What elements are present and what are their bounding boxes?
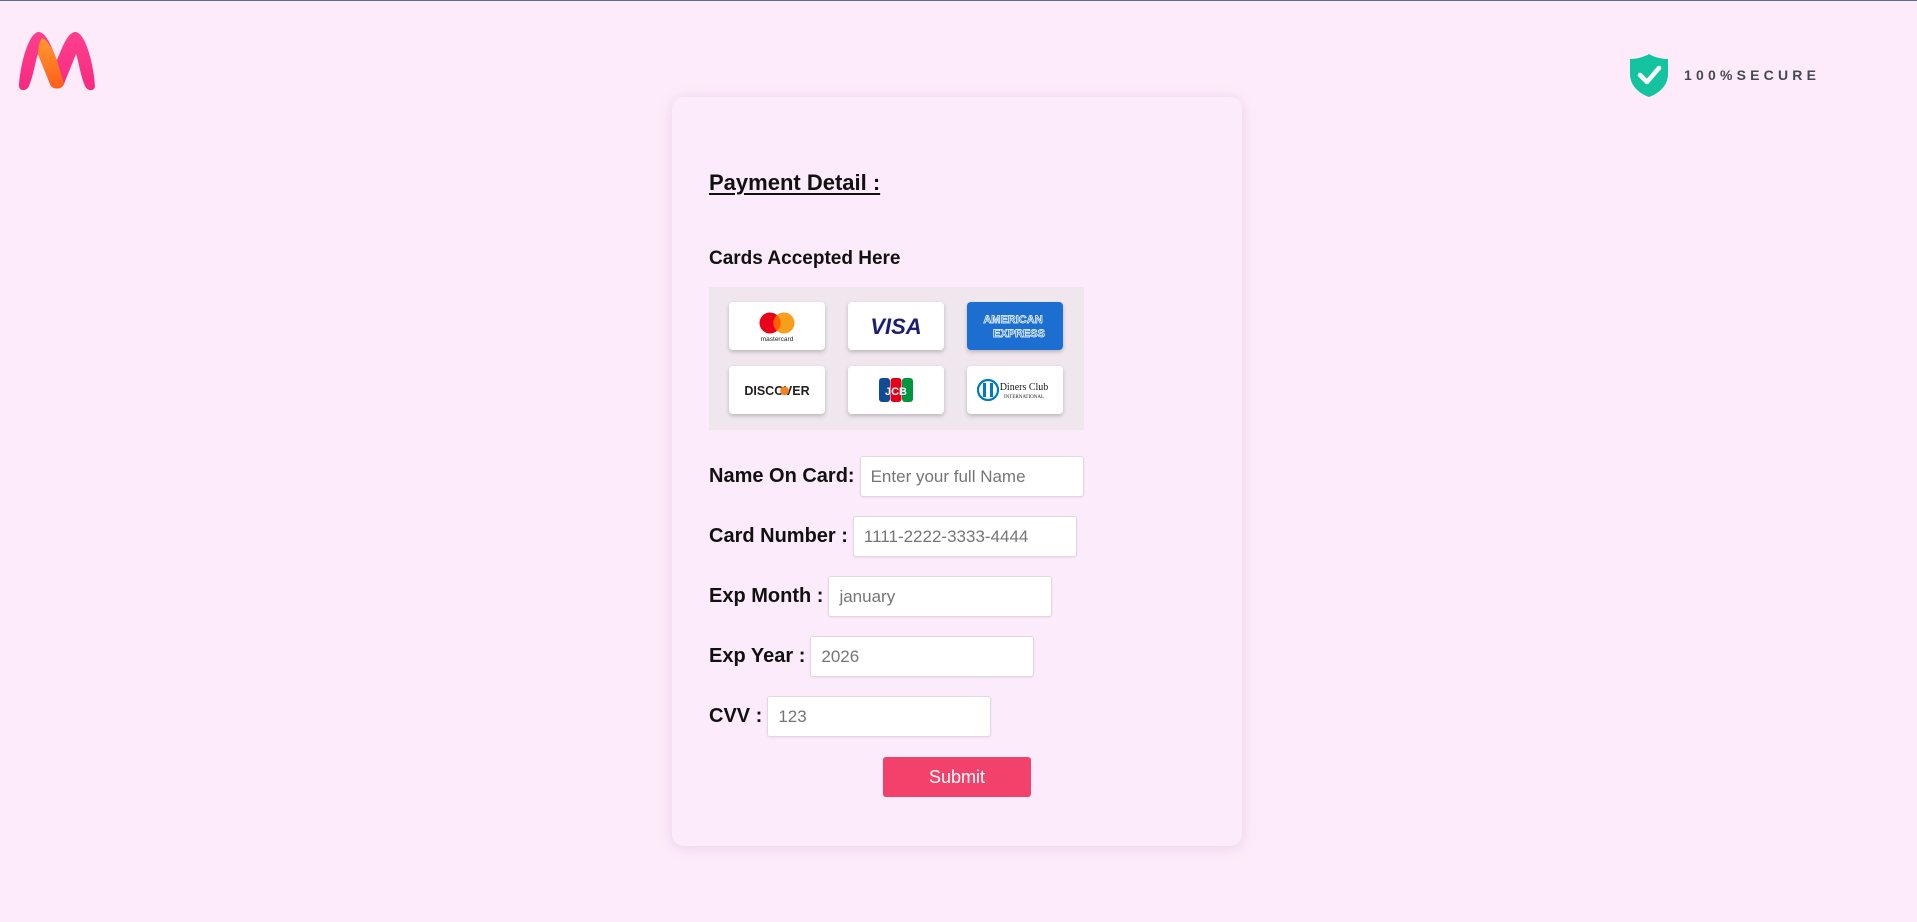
mastercard-logo: mastercard [729,302,825,350]
exp-month-input[interactable] [828,576,1053,617]
cvv-input[interactable] [767,696,992,737]
name-row: Name On Card: [709,456,1084,497]
jcb-label: JCB [885,386,907,398]
visa-logo: VISA [848,302,944,350]
top-border [0,0,1917,1]
amex-label-line2: EXPRESS [993,328,1045,340]
cvv-row: CVV : [709,696,992,737]
exp-month-row: Exp Month : [709,576,1053,617]
cards-accepted-heading: Cards Accepted Here [709,248,901,269]
discover-logo: DISCOVER [729,366,825,414]
diners-label-line2: INTERNATIONAL [1004,395,1044,400]
card-number-input[interactable] [852,516,1077,557]
exp-year-input[interactable] [810,636,1035,677]
shield-check-icon [1630,54,1668,97]
card-number-label: Card Number : [709,525,848,547]
jcb-logo: JCB [848,366,944,414]
page-title: Payment Detail : [709,170,881,195]
exp-month-label: Exp Month : [709,585,824,607]
amex-label-line1: AMERICAN [983,314,1042,326]
name-on-card-input[interactable] [859,456,1084,497]
diners-label-line1: Diners Club [1000,382,1049,393]
myntra-logo[interactable] [16,28,98,92]
exp-year-label: Exp Year : [709,645,806,667]
diners-club-logo: Diners Club INTERNATIONAL [967,366,1063,414]
secure-badge: 100%SECURE [1628,52,1820,98]
payment-card: Payment Detail : Cards Accepted Here mas… [672,97,1242,846]
card-number-row: Card Number : [709,516,1077,557]
submit-button[interactable]: Submit [883,757,1031,797]
name-on-card-label: Name On Card: [709,465,855,487]
discover-label: DISCOVER [744,384,809,398]
visa-label: VISA [870,314,921,339]
card-brands-panel: mastercard VISA AMERICAN EXPRESS DISCOVE… [709,287,1084,430]
mastercard-label: mastercard [761,336,794,343]
amex-logo: AMERICAN EXPRESS [967,302,1063,350]
cvv-label: CVV : [709,705,763,727]
exp-year-row: Exp Year : [709,636,1035,677]
secure-text: 100%SECURE [1684,67,1821,83]
